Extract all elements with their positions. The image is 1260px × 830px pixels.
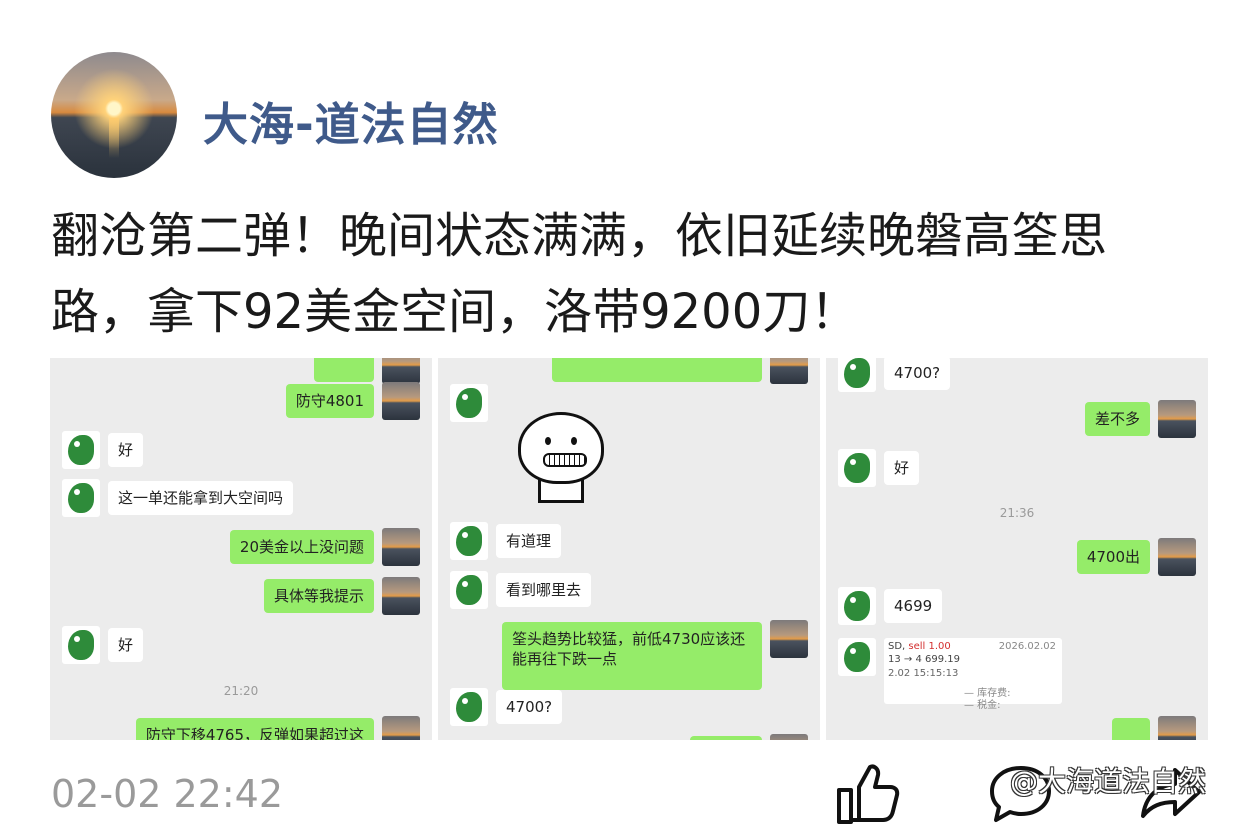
message-bubble: 筌头趋势比较猛，前低4730应该还能再往下跌一点 xyxy=(502,622,762,690)
croc-avatar xyxy=(450,688,488,726)
sunset-avatar xyxy=(1158,538,1196,576)
sunset-avatar xyxy=(382,528,420,566)
message-bubble: 这一单还能拿到大空间吗 xyxy=(108,481,294,515)
smiling-mushroom-sticker xyxy=(516,410,606,506)
chat-time: 21:36 xyxy=(999,506,1035,520)
message-bubble: 20美金以上没问题 xyxy=(229,530,374,564)
chat-screenshot-2[interactable]: 有道理 看到哪里去 筌头趋势比较猛，前低4730应该还能再往下跌一点 4700? xyxy=(438,358,820,740)
message-bubble: 好 xyxy=(884,451,920,485)
user-avatar[interactable] xyxy=(51,52,177,178)
croc-avatar xyxy=(838,587,876,625)
watermark: @大海道法自然 xyxy=(1010,765,1207,798)
trade-time: 2.02 15:15:13 xyxy=(888,668,959,679)
chat-time: 21:20 xyxy=(223,684,259,698)
chat-screenshot-3[interactable]: 4700? 差不多 好 21:36 4700出 4699 SD, sell 1.… xyxy=(826,358,1208,740)
trade-symbol: SD, xyxy=(888,641,909,652)
message-bubble: 好 xyxy=(108,433,144,467)
username[interactable]: 大海-道法自然 xyxy=(203,88,499,153)
croc-avatar xyxy=(838,358,876,392)
trade-side: sell 1.00 xyxy=(908,641,951,652)
post-text: 翻沧第二弹！晚间状态满满，依旧延续晚磐高筌思路，拿下92美金空间，洛带9200刀… xyxy=(51,208,1108,340)
thumbs-up-icon[interactable] xyxy=(833,762,903,826)
croc-avatar xyxy=(62,626,100,664)
message-bubble: 具体等我提示 xyxy=(263,579,374,613)
post-timestamp: 02-02 22:42 xyxy=(51,772,284,816)
croc-avatar xyxy=(62,479,100,517)
croc-avatar xyxy=(450,384,488,422)
trade-price: 13 → 4 699.19 xyxy=(888,654,960,665)
sunset-avatar xyxy=(770,620,808,658)
message-bubble: 4700? xyxy=(496,690,563,724)
message-bubble: 看到哪里去 xyxy=(496,573,592,607)
croc-avatar xyxy=(838,449,876,487)
trade-date: 2026.02.02 xyxy=(998,641,1056,652)
trade-record-card[interactable]: SD, sell 1.00 2026.02.02 13 → 4 699.19 2… xyxy=(884,638,1062,711)
message-bubble: 防守4801 xyxy=(285,384,374,418)
message-bubble: 防守下移4765，反弹如果超过这 xyxy=(135,718,374,740)
chat-screenshot-1[interactable]: 防守4801 好 这一单还能拿到大空间吗 20美金以上没问题 具体等我提示 好 … xyxy=(50,358,432,740)
sunset-avatar xyxy=(770,734,808,740)
thumbs-up-emoji-bubble xyxy=(1112,718,1150,740)
message-bubble: 4700? xyxy=(884,358,951,390)
message-bubble: 4700出 xyxy=(1076,540,1150,574)
sunset-avatar xyxy=(382,716,420,740)
trade-tax: — 税金: xyxy=(964,700,1001,711)
sunset-avatar xyxy=(382,382,420,420)
croc-avatar xyxy=(62,431,100,469)
message-bubble: 4699 xyxy=(884,589,943,623)
croc-avatar xyxy=(450,522,488,560)
sunset-avatar xyxy=(770,358,808,384)
message-bubble: 好 xyxy=(108,628,144,662)
sunset-avatar xyxy=(382,358,420,384)
sunset-avatar xyxy=(382,577,420,615)
sunset-avatar xyxy=(1158,400,1196,438)
message-bubble: 差不多 xyxy=(1084,402,1150,436)
croc-avatar xyxy=(450,571,488,609)
sunset-avatar xyxy=(1158,716,1196,740)
croc-avatar xyxy=(838,638,876,676)
message-bubble: 有道理 xyxy=(496,524,562,558)
